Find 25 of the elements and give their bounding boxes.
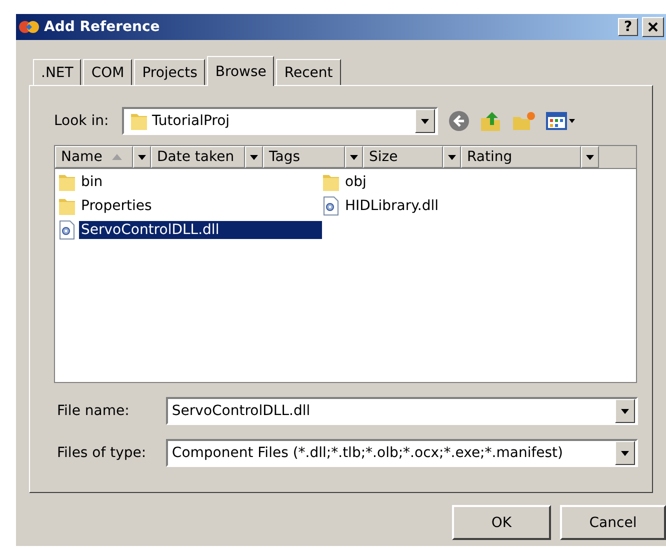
help-button[interactable]: ? [618, 18, 638, 36]
file-item[interactable]: HIDLibrary.dll [343, 197, 441, 215]
file-type-label: Files of type: [57, 445, 148, 461]
look-in-dropdown[interactable]: TutorialProj [122, 107, 438, 135]
file-name-field[interactable]: ServoControlDLL.dll [166, 397, 638, 425]
tab[interactable]: .NET [33, 59, 82, 85]
column-header[interactable]: Name [55, 146, 133, 168]
file-item[interactable]: ServoControlDLL.dll [79, 221, 322, 239]
file-item[interactable]: Properties [79, 197, 154, 215]
window-title: Add Reference [44, 19, 161, 35]
dialog-button[interactable]: Cancel [560, 505, 666, 540]
look-in-label: Look in: [54, 113, 110, 129]
column-header[interactable]: Rating [461, 146, 581, 168]
tab[interactable]: Recent [276, 59, 341, 85]
dialog-button[interactable]: OK [452, 505, 551, 540]
tab[interactable]: COM [83, 59, 132, 85]
file-name-label: File name: [57, 403, 130, 419]
tab[interactable]: Browse [207, 56, 274, 86]
tab[interactable]: Projects [134, 59, 206, 85]
column-header[interactable]: Size [363, 146, 443, 168]
file-item[interactable]: bin [79, 173, 105, 191]
column-header[interactable]: Date taken [151, 146, 245, 168]
column-header[interactable]: Tags [263, 146, 345, 168]
file-item[interactable]: obj [343, 173, 368, 191]
file-type-dropdown[interactable]: Component Files (*.dll;*.tlb;*.olb;*.ocx;*.exe;*.manifest) [166, 439, 638, 467]
